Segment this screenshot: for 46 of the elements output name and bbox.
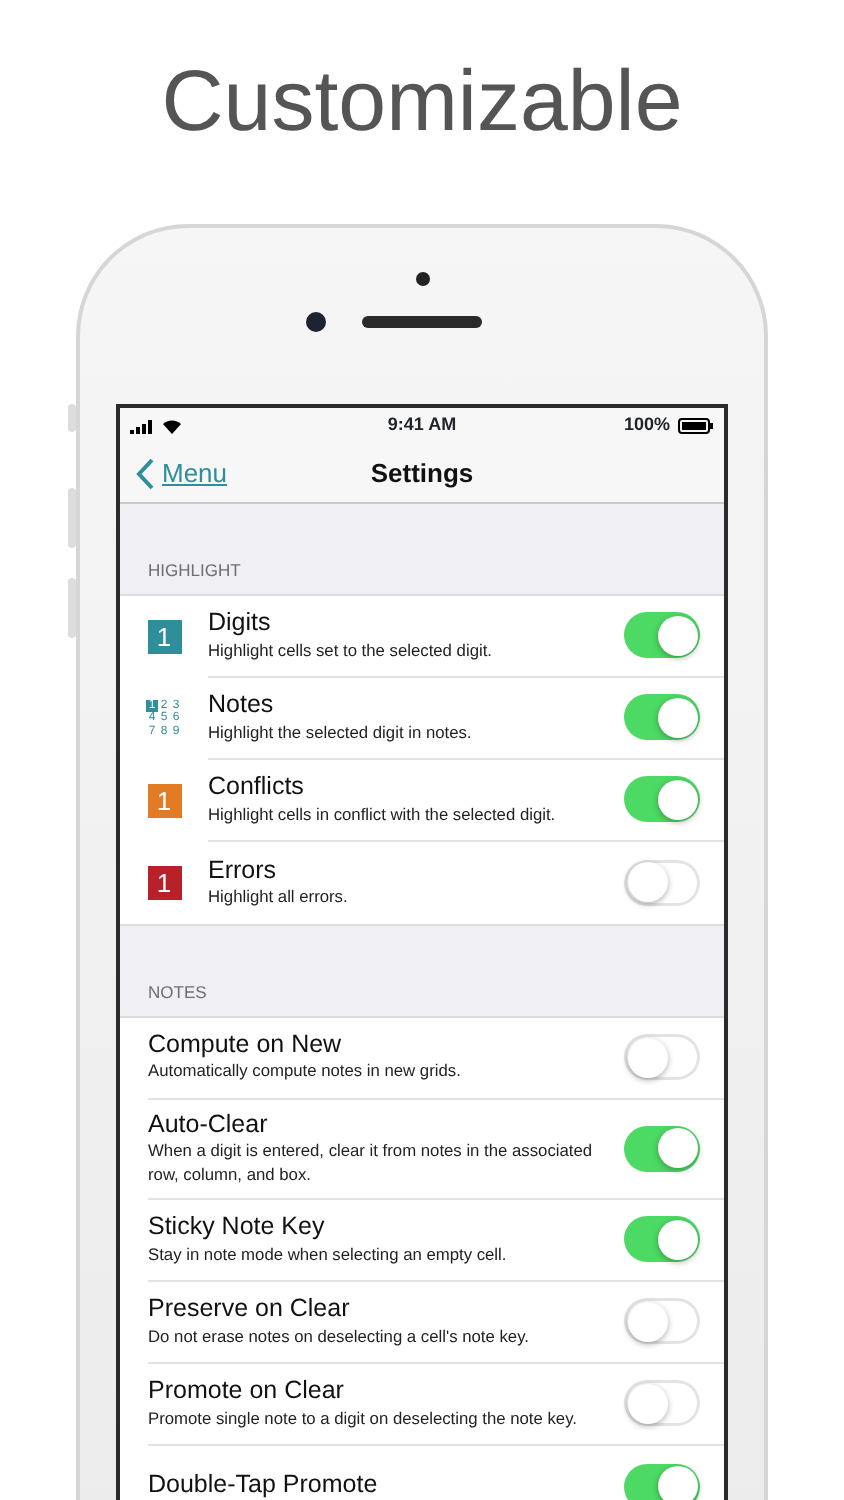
setting-title: Auto-Clear <box>148 1109 270 1141</box>
toggle-switch[interactable] <box>624 1034 700 1080</box>
toggle-switch[interactable] <box>624 1216 700 1263</box>
digit-icon: 1 <box>147 783 181 818</box>
setting-title: Promote on Clear <box>148 1375 346 1408</box>
digit-icon: 1 <box>147 865 181 900</box>
setting-description: Promote single note to a digit on deselecting the note key. <box>148 1407 579 1431</box>
digit-icon: 1 <box>147 619 181 654</box>
toggle-switch[interactable] <box>624 1298 700 1345</box>
wifi-icon <box>162 418 182 434</box>
setting-title: Notes <box>208 690 276 722</box>
setting-description: Highlight cells set to the selected digit. <box>208 639 494 663</box>
status-time: 9:41 AM <box>387 412 457 439</box>
setting-title: Errors <box>208 855 279 887</box>
setting-title: Conflicts <box>208 772 306 804</box>
setting-description: Highlight all errors. <box>208 886 350 910</box>
setting-title: Compute on New <box>148 1029 344 1061</box>
sensor-dot <box>415 272 429 286</box>
setting-title: Digits <box>208 608 273 640</box>
toggle-switch[interactable] <box>624 1463 700 1500</box>
toggle-switch[interactable] <box>624 694 700 741</box>
headline: Customizable <box>159 52 685 154</box>
toggle-switch[interactable] <box>624 776 700 823</box>
chevron-left-icon <box>136 457 154 490</box>
section-header: HIGHLIGHT <box>146 558 243 584</box>
setting-description: Highlight the selected digit in notes. <box>208 721 474 745</box>
back-button[interactable]: Menu <box>136 454 228 493</box>
toggle-switch[interactable] <box>624 859 700 906</box>
setting-title: Double-Tap Promote <box>148 1470 380 1500</box>
toggle-switch[interactable] <box>624 1380 700 1427</box>
toggle-switch[interactable] <box>624 612 700 659</box>
setting-title: Sticky Note Key <box>148 1211 327 1244</box>
battery-percent: 100% <box>623 412 670 439</box>
setting-description: Highlight cells in conflict with the selected digit. <box>208 803 558 827</box>
speaker-grille <box>362 316 482 328</box>
setting-description: Automatically compute notes in new grids. <box>148 1060 463 1085</box>
signal-icon <box>130 419 154 433</box>
section-header: NOTES <box>146 979 209 1006</box>
camera-icon <box>306 312 326 332</box>
setting-description: Do not erase notes on deselecting a cell's note key. <box>148 1325 531 1349</box>
toggle-switch[interactable] <box>624 1125 700 1172</box>
setting-description: Stay in note mode when selecting an empty cell. <box>148 1243 509 1267</box>
battery-icon <box>678 418 714 434</box>
screen-title: Settings <box>370 455 474 492</box>
setting-title: Preserve on Clear <box>148 1293 352 1326</box>
setting-description: When a digit is entered, clear it from notes in the associated row, column, and box. <box>148 1140 595 1188</box>
